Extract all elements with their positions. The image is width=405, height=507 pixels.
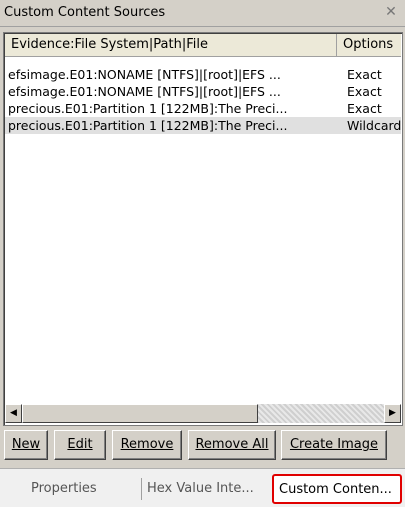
close-icon[interactable]: ✕ (383, 3, 399, 21)
row-option: Exact (347, 67, 382, 82)
tab-properties[interactable]: Properties (31, 478, 97, 500)
tab-custom-content[interactable]: Custom Conten... (272, 474, 402, 504)
row-option: Wildcard (347, 118, 402, 133)
remove-all-button[interactable]: Remove All (188, 430, 276, 460)
row-path: precious.E01:Partition 1 [122MB]:The Pre… (8, 101, 288, 116)
column-header-options[interactable]: Options (337, 34, 401, 56)
scrollbar-thumb[interactable] (22, 404, 258, 423)
list-rows: efsimage.E01:NONAME [NTFS]|[root]|EFS ..… (5, 66, 401, 134)
table-row[interactable]: efsimage.E01:NONAME [NTFS]|[root]|EFS ..… (5, 83, 401, 100)
bottom-tabs: Properties Hex Value Inte... Custom Cont… (0, 468, 405, 507)
tab-divider (141, 478, 142, 500)
table-row[interactable]: precious.E01:Partition 1 [122MB]:The Pre… (5, 100, 401, 117)
horizontal-scrollbar[interactable]: ◀ ▶ (5, 404, 401, 423)
custom-content-sources-panel: Custom Content Sources ✕ Evidence:File S… (0, 0, 405, 507)
list-header: Evidence:File System|Path|File Options (5, 34, 401, 57)
arrow-left-icon[interactable]: ◀ (5, 404, 22, 423)
table-row[interactable]: efsimage.E01:NONAME [NTFS]|[root]|EFS ..… (5, 66, 401, 83)
tab-hex-value-interpreter[interactable]: Hex Value Inte... (147, 478, 254, 500)
new-button[interactable]: New (4, 430, 48, 460)
panel-titlebar: Custom Content Sources ✕ (0, 0, 405, 27)
row-path: efsimage.E01:NONAME [NTFS]|[root]|EFS ..… (8, 67, 281, 82)
panel-title: Custom Content Sources (4, 5, 166, 20)
row-option: Exact (347, 101, 382, 116)
arrow-right-icon[interactable]: ▶ (384, 404, 401, 423)
edit-button[interactable]: Edit (54, 430, 106, 460)
remove-button[interactable]: Remove (112, 430, 182, 460)
row-option: Exact (347, 84, 382, 99)
row-path: efsimage.E01:NONAME [NTFS]|[root]|EFS ..… (8, 84, 281, 99)
row-path: precious.E01:Partition 1 [122MB]:The Pre… (8, 118, 288, 133)
create-image-button[interactable]: Create Image (281, 430, 387, 460)
column-header-path[interactable]: Evidence:File System|Path|File (5, 34, 337, 56)
sources-list[interactable]: Evidence:File System|Path|File Options e… (3, 32, 403, 426)
table-row-selected[interactable]: precious.E01:Partition 1 [122MB]:The Pre… (5, 117, 401, 134)
